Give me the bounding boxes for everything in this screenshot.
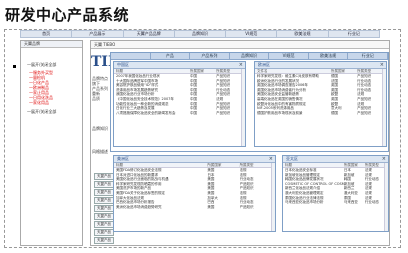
side-link[interactable]: 天翼产品 [94, 221, 114, 228]
side-link[interactable]: 天翼产品 [94, 189, 114, 196]
nav-regulations[interactable]: 欧美法规 [277, 31, 329, 37]
side-link[interactable]: 天翼产品 [94, 213, 114, 220]
close-icon[interactable]: × [380, 62, 384, 68]
col-header: 文件名 [257, 69, 268, 73]
side-link[interactable]: 天翼产品 [94, 237, 114, 244]
side-link[interactable]: 天翼产品 [94, 197, 114, 204]
list-item[interactable]: 美洲化妆品市场消费趋势研究 美国 产品知识 [114, 205, 275, 210]
window-title: 亚太区 × [283, 156, 388, 163]
close-icon[interactable]: × [382, 156, 386, 162]
nav-brand[interactable]: 天翼产品品牌 [124, 31, 175, 37]
style-label: 风格描述 [92, 149, 108, 154]
list-item[interactable]: 八项措施保障化妆品安全的新闻发布会 中国 产品知识 [114, 111, 245, 116]
col-header: 所属类型 [239, 163, 254, 167]
tab-products[interactable]: 产品 [151, 53, 191, 59]
side-link[interactable]: 天翼产品 [94, 205, 114, 212]
bullet-icon [13, 65, 16, 68]
side-link[interactable]: 天翼产品 [94, 173, 114, 180]
list-item[interactable]: 德国护肤用品市场现状及前景 德国 产品知识 [255, 111, 386, 116]
scrollbar[interactable] [271, 163, 275, 231]
page-title: 研发中心产品系统 [5, 6, 130, 24]
window-title: 中国区 × [114, 62, 245, 69]
side-link[interactable]: 天翼产品 [94, 181, 114, 188]
nav-brand-knowledge[interactable]: 品牌知识 [175, 31, 227, 37]
tab-vi[interactable]: VI规范 [269, 53, 309, 59]
tab-knowledge[interactable]: 品牌知识 [230, 53, 270, 59]
tab-regulations[interactable]: 欧美法规 [309, 53, 349, 59]
top-navigation: 首页 产品展示 天翼产品品牌 品牌知识 VI规范 欧美法规 行业记 [20, 30, 380, 38]
scrollbar[interactable] [384, 163, 388, 231]
tab-series[interactable]: 产品系列 [190, 53, 230, 59]
col-header: 所属国家 [207, 163, 222, 167]
nav-vi[interactable]: VI规范 [226, 31, 278, 37]
window-title: 欧洲区 × [255, 62, 386, 69]
region-tabs: 产品 产品系列 品牌知识 VI规范 欧美法规 行业记 [111, 53, 389, 60]
sidebar-header: 天翼品牌 [21, 41, 82, 48]
sidebar: 天翼品牌 一展开/关闭全部 一服务外买型 一量检机 一日化产品 一欧洲制品 一家… [20, 40, 83, 246]
nav-home[interactable]: 首页 [21, 31, 73, 37]
nav-industry[interactable]: 行业记 [329, 31, 379, 37]
brand-knowledge-label: 品牌知识 [92, 126, 108, 131]
close-icon[interactable]: × [269, 156, 273, 162]
list-item[interactable]: 马来西亚化妆品市场分析 马来西亚 行业动态 [283, 200, 388, 205]
col-header: 所属国家 [330, 69, 345, 73]
window-title: 美洲区 × [114, 156, 275, 163]
nav-products[interactable]: 产品展示 [72, 31, 124, 37]
col-header: 标题 [116, 69, 123, 73]
col-header: 标题 [285, 163, 292, 167]
china-region-window: 中国区 × 标题 所属国家 所属类型 2007年我国化妆品行业现状 中国 产品知识 十大国… [113, 61, 246, 147]
scrollbar[interactable] [382, 69, 386, 146]
close-icon[interactable]: × [239, 62, 243, 68]
tab-industry[interactable]: 行业记 [348, 53, 389, 59]
scrollbar[interactable] [241, 69, 245, 146]
col-header: 所属国家 [343, 163, 358, 167]
tab-blank[interactable] [111, 53, 151, 59]
col-header: 所属国家 [189, 69, 204, 73]
americas-region-window: 美洲区 × 标题 所属国家 所属类型 美国FDA修订化妆品安全法规 美国 法规 日本对进口… [113, 155, 276, 232]
sidebar-collapse-all[interactable]: 一展开/关闭全部 [21, 109, 82, 114]
side-link[interactable]: 天翼产品 [94, 229, 114, 236]
europe-region-window: 欧洲区 × 文件名 所属国家 所属类型 科学家研究发现：维生素C对皮肤有帮助 德国 产品知… [254, 61, 387, 147]
col-header: 标题 [116, 163, 123, 167]
main-header: 天翼 TIEBO [91, 41, 389, 49]
asia-pacific-region-window: 亚太区 × 标题 所属国家 所属类型 日本化妆品安全标准 日本 法规 新加坡化妆品管理规定… [282, 155, 389, 232]
